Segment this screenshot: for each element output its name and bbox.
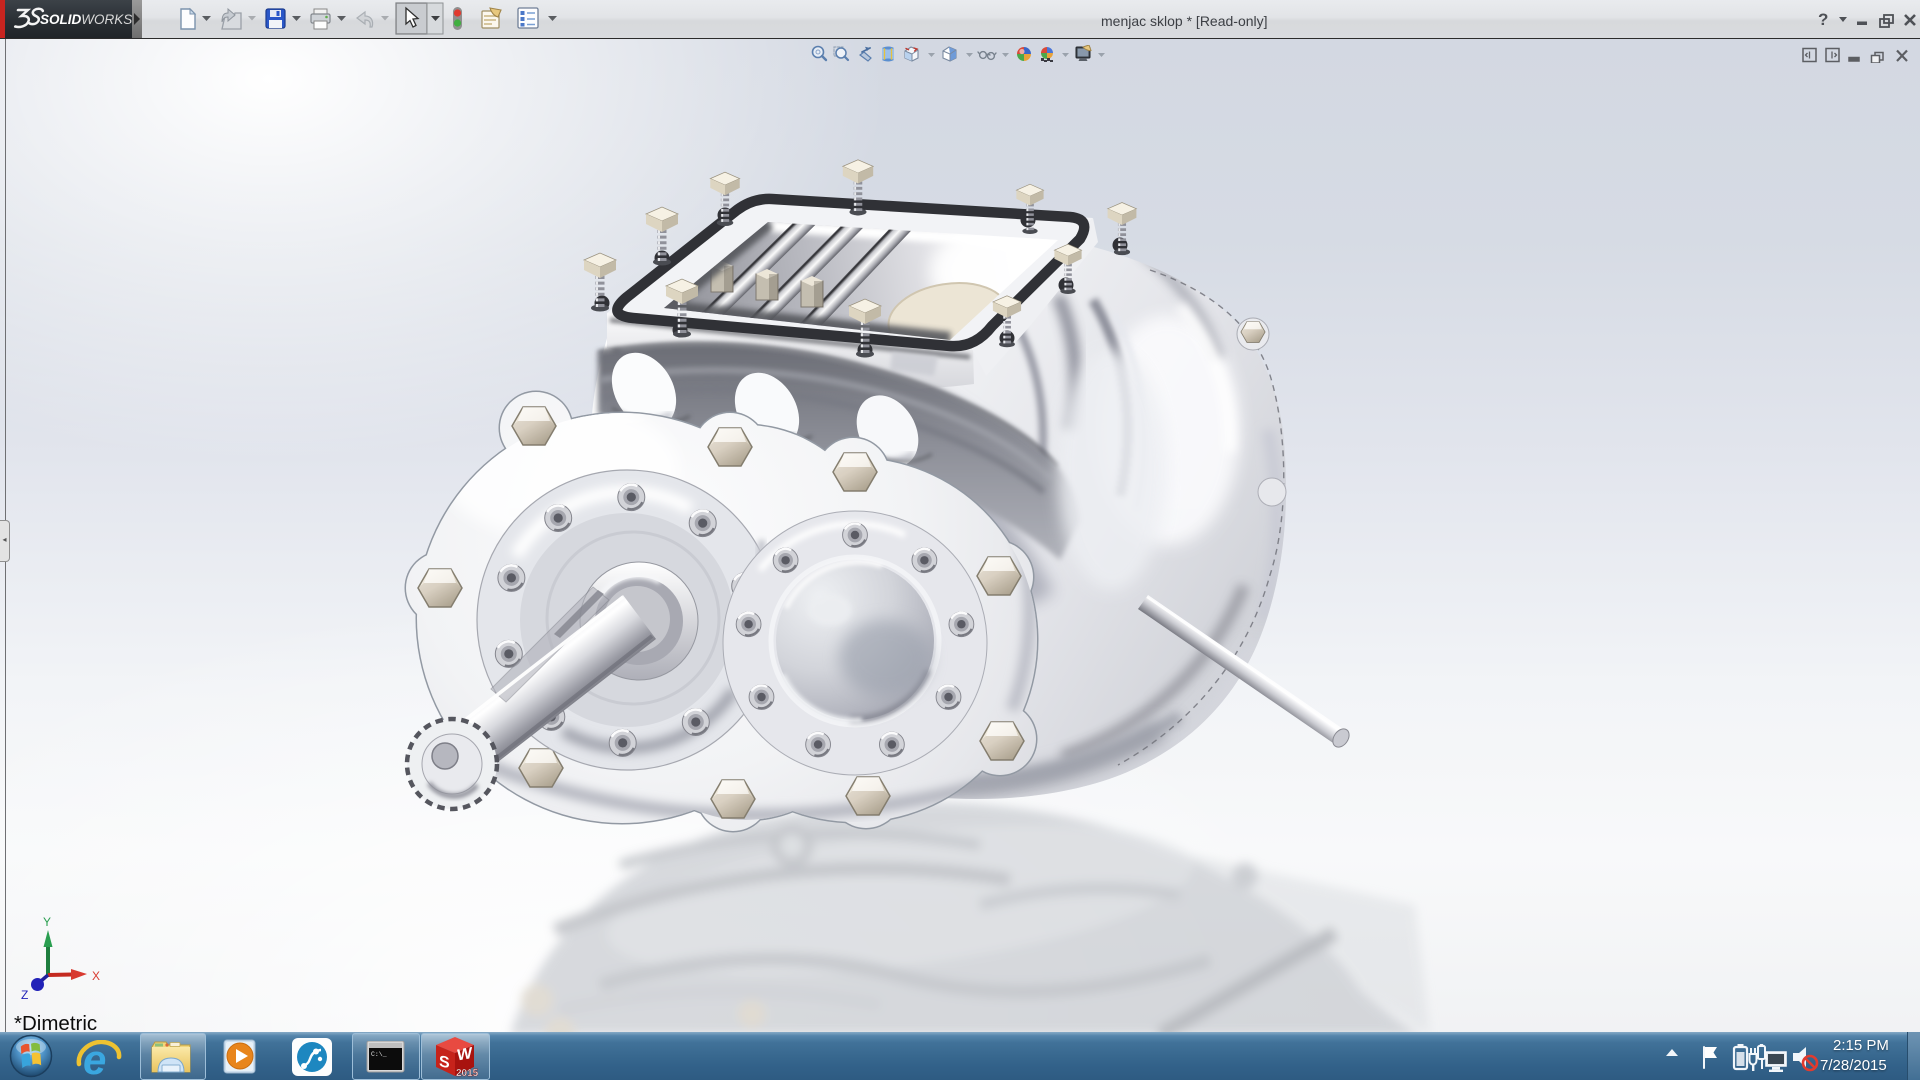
svg-text:W: W [457,1044,473,1065]
svg-text:X: X [92,969,100,983]
svg-text:Y: Y [43,915,51,929]
svg-text:Z: Z [21,988,28,1002]
svg-text:S: S [439,1052,450,1072]
svg-text:?: ? [1818,10,1828,29]
svg-text:C:\_: C:\_ [371,1051,387,1058]
svg-text:2015: 2015 [456,1068,478,1078]
svg-text:SOLIDWORKS: SOLIDWORKS [40,12,132,27]
